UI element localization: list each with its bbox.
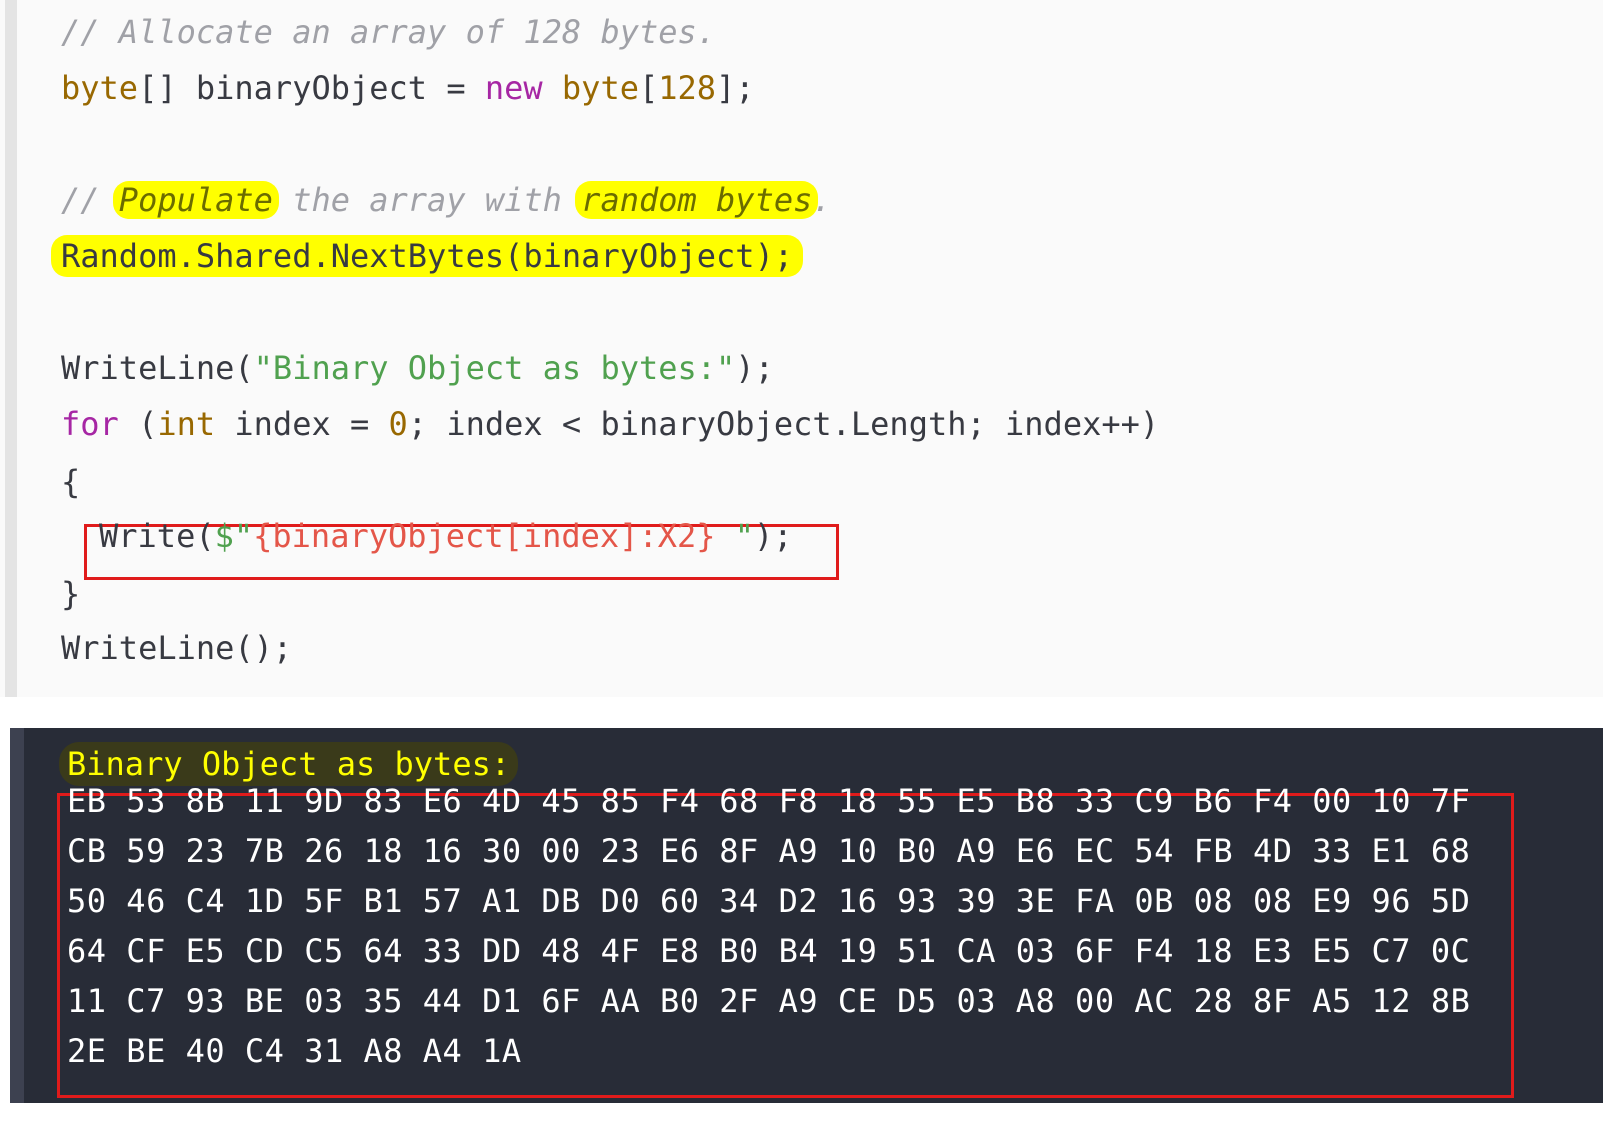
- code-line-array-declaration: byte[] binaryObject = new byte[128];: [61, 68, 755, 108]
- comment-text: //: [61, 181, 119, 219]
- highlight-random-bytes: random bytes: [575, 181, 819, 219]
- string-prefix: $": [214, 517, 254, 555]
- code-line-open-brace: {: [61, 463, 81, 501]
- string-suffix: ": [715, 517, 755, 555]
- code-line-comment-populate: // Populate the array with random bytes.: [61, 180, 832, 220]
- code-text: );: [735, 349, 774, 387]
- hex-output-row: 50 46 C4 1D 5F B1 57 A1 DB D0 60 34 D2 1…: [67, 882, 1471, 920]
- code-text: ];: [716, 69, 755, 107]
- keyword-int: int: [157, 405, 216, 443]
- code-text: [: [638, 69, 659, 107]
- hex-output-row: 64 CF E5 CD C5 64 33 DD 48 4F E8 B0 B4 1…: [67, 932, 1471, 970]
- code-text: ; index < binaryObject.Length; index++): [407, 405, 1160, 443]
- keyword-byte: byte: [61, 69, 139, 107]
- keyword-new: new: [484, 69, 543, 107]
- code-line-writeline-empty: WriteLine();: [61, 629, 293, 667]
- hex-output-row: 11 C7 93 BE 03 35 44 D1 6F AA B0 2F A9 C…: [67, 982, 1471, 1020]
- code-margin-bar: [5, 0, 17, 697]
- code-line-write-hex: Write($"{binaryObject[index]:X2} ");: [99, 516, 793, 556]
- code-line-for-loop: for (int index = 0; index < binaryObject…: [61, 404, 1159, 444]
- code-line-next-bytes: Random.Shared.NextBytes(binaryObject);: [51, 235, 804, 277]
- code-text: WriteLine(: [61, 349, 254, 387]
- hex-output-row: CB 59 23 7B 26 18 16 30 00 23 E6 8F A9 1…: [67, 832, 1471, 870]
- comment-text: the array with: [272, 181, 582, 219]
- keyword-byte: byte: [561, 69, 639, 107]
- code-line-writeline-title: WriteLine("Binary Object as bytes:");: [61, 348, 774, 388]
- comment-text: .: [812, 181, 832, 219]
- code-line-comment-allocate: // Allocate an array of 128 bytes.: [61, 13, 717, 51]
- keyword-for: for: [61, 405, 119, 443]
- code-text: );: [754, 517, 793, 555]
- string-literal: "Binary Object as bytes:": [253, 349, 736, 387]
- number-literal: 0: [388, 405, 408, 443]
- interpolation-expression: {binaryObject[index]:X2}: [253, 517, 716, 555]
- hex-output-row: 2E BE 40 C4 31 A8 A4 1A: [67, 1032, 522, 1070]
- console-margin-bar: [10, 728, 24, 1103]
- highlight-next-bytes-call: Random.Shared.NextBytes(binaryObject);: [51, 235, 804, 277]
- code-text: (: [118, 405, 158, 443]
- hex-output-row: EB 53 8B 11 9D 83 E6 4D 45 85 F4 68 F8 1…: [67, 782, 1471, 820]
- number-literal: 128: [658, 69, 717, 107]
- code-text: Write(: [99, 517, 215, 555]
- code-text: [] binaryObject =: [138, 69, 485, 107]
- code-line-close-brace: }: [61, 575, 81, 613]
- highlight-populate: Populate: [112, 181, 279, 219]
- code-text: index =: [215, 405, 389, 443]
